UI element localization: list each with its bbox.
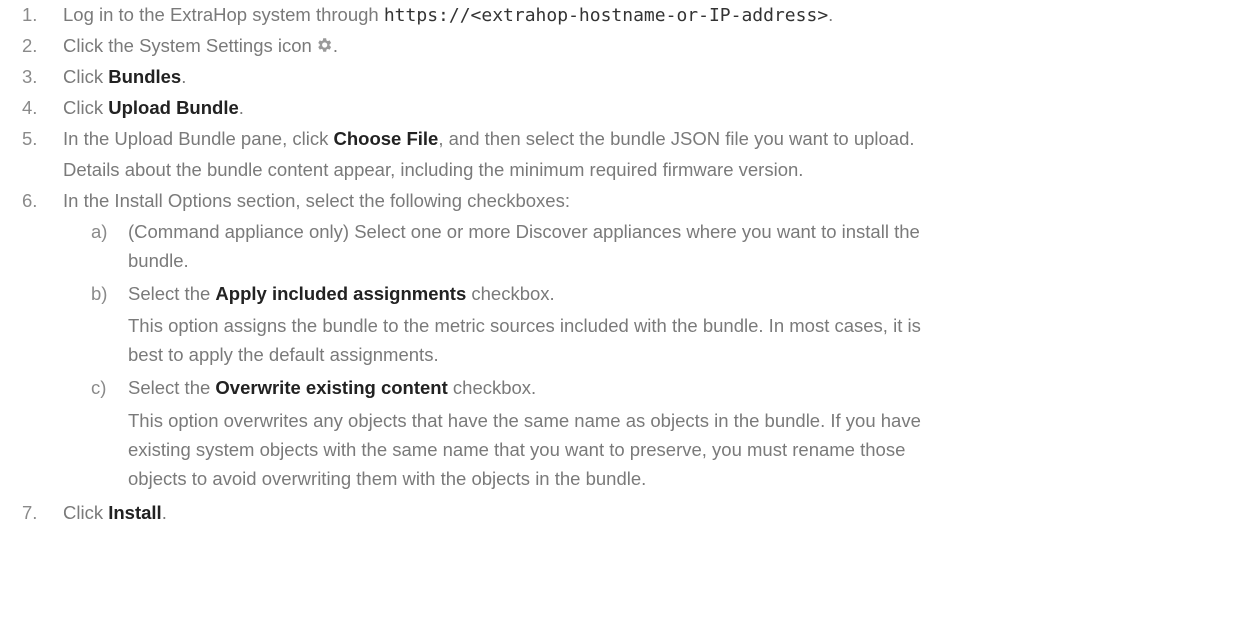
install-label: Install [108,502,162,523]
upload-bundle-label: Upload Bundle [108,97,239,118]
substep-label: a) [91,221,108,242]
step-text: In the Install Options section, select t… [63,190,570,211]
step-text: Log in to the ExtraHop system through ht… [63,4,834,26]
step-text: Click Install. [63,502,167,523]
hostname-url: https://<extrahop-hostname-or-IP-address… [383,5,829,26]
substep-c-note-line-3: objects to avoid overwriting them with t… [128,468,647,489]
step-number: 7. [22,502,38,523]
step-text: Click Upload Bundle. [63,97,244,118]
substep-text: Select the Apply included assignments ch… [128,283,555,304]
step-number: 5. [22,128,38,149]
step-text: In the Upload Bundle pane, click Choose … [63,128,915,149]
step-number: 4. [22,97,38,118]
substep-label: b) [91,283,108,304]
bundles-label: Bundles [108,66,182,87]
step-number: 1. [22,4,38,25]
step-text: Click the System Settings icon. [63,31,338,63]
choose-file-label: Choose File [333,128,439,149]
step-number: 2. [22,35,38,56]
step-5-note: Details about the bundle content appear,… [63,159,804,180]
apply-included-assignments-label: Apply included assignments [215,283,467,304]
substep-label: c) [91,377,107,398]
substep-b-note-line-1: This option assigns the bundle to the me… [128,315,921,336]
step-text: Click Bundles. [63,66,187,87]
overwrite-existing-content-label: Overwrite existing content [215,377,448,398]
step-number: 3. [22,66,38,87]
substep-c-note-line-2: existing system objects with the same na… [128,439,906,460]
substep-b-note-line-2: best to apply the default assignments. [128,344,439,365]
substep-c-note-line-1: This option overwrites any objects that … [128,410,921,431]
substep-text: Select the Overwrite existing content ch… [128,377,537,398]
substep-text: (Command appliance only) Select one or m… [128,221,920,242]
gear-icon [315,33,333,63]
substep-a-continuation: bundle. [128,250,189,271]
step-number: 6. [22,190,38,211]
